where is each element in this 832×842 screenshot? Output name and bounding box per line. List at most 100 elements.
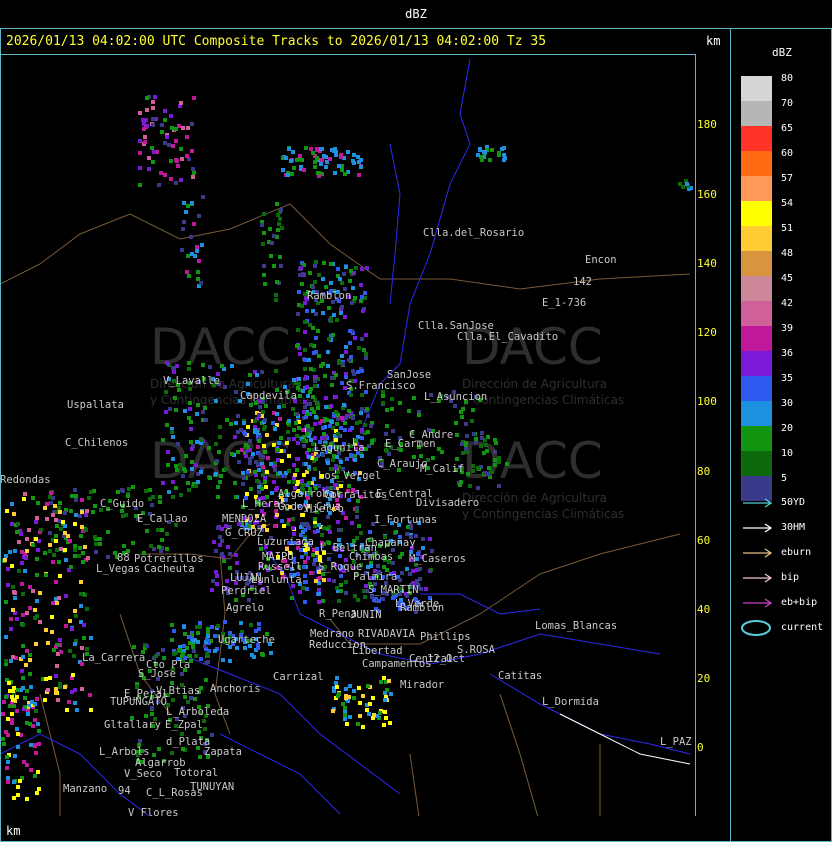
radar-echo — [278, 417, 282, 421]
radar-echo — [193, 254, 197, 258]
place-label: Lomas_Blancas — [535, 620, 617, 632]
radar-echo — [322, 526, 326, 530]
radar-echo — [372, 713, 376, 717]
radar-echo — [305, 385, 309, 389]
place-label: Anchoris — [210, 683, 261, 695]
radar-echo — [86, 556, 90, 560]
place-label: 142 — [573, 276, 592, 288]
radar-echo — [387, 452, 391, 456]
radar-echo — [348, 329, 352, 333]
radar-echo — [29, 743, 33, 747]
radar-echo — [303, 330, 307, 334]
y-tick-label: 0 — [697, 741, 704, 754]
radar-echo — [317, 273, 321, 277]
radar-echo — [335, 676, 339, 680]
radar-echo — [273, 468, 277, 472]
radar-echo — [217, 450, 221, 454]
radar-echo — [371, 696, 375, 700]
radar-echo — [296, 312, 300, 316]
radar-echo — [304, 146, 308, 150]
radar-echo — [13, 596, 17, 600]
radar-echo — [363, 291, 367, 295]
radar-echo — [72, 654, 76, 658]
radar-echo — [314, 350, 318, 354]
radar-echo — [23, 705, 27, 709]
radar-echo — [9, 617, 13, 621]
radar-echo — [127, 487, 131, 491]
radar-echo — [344, 350, 348, 354]
place-label: L_Arboleda — [166, 706, 229, 718]
radar-echo — [221, 658, 225, 662]
radar-echo — [106, 530, 110, 534]
radar-echo — [359, 283, 363, 287]
radar-echo — [344, 265, 348, 269]
radar-echo — [180, 157, 184, 161]
radar-echo — [307, 448, 311, 452]
radar-echo — [196, 631, 200, 635]
place-label: M_Calif — [420, 463, 464, 475]
radar-echo — [23, 696, 27, 700]
radar-echo — [292, 437, 296, 441]
radar-echo — [17, 540, 21, 544]
radar-echo — [328, 530, 332, 534]
radar-echo — [249, 403, 253, 407]
track-arrow-icon — [743, 573, 773, 583]
radar-echo — [122, 544, 126, 548]
radar-echo — [212, 540, 216, 544]
radar-echo — [181, 227, 185, 231]
radar-map[interactable]: Clla.del_Rosario Encon 142 E_1-736 Ramblon Cl… — [0, 54, 731, 816]
radar-echo — [471, 464, 475, 468]
radar-echo — [138, 111, 142, 115]
radar-echo — [145, 96, 149, 100]
place-label: Libertad — [352, 645, 403, 657]
radar-echo — [147, 156, 151, 160]
radar-echo — [84, 513, 88, 517]
radar-echo — [63, 524, 67, 528]
place-label: RIVADAVIA — [358, 628, 416, 640]
radar-echo — [150, 712, 154, 716]
radar-echo — [341, 702, 345, 706]
radar-echo — [262, 444, 266, 448]
radar-echo — [302, 473, 306, 477]
radar-echo — [85, 607, 89, 611]
radar-echo — [176, 164, 180, 168]
radar-echo — [320, 419, 324, 423]
radar-echo — [116, 490, 120, 494]
radar-echo — [228, 566, 232, 570]
place-label: Manzano — [63, 783, 107, 795]
radar-echo — [334, 681, 338, 685]
place-label: Carrizal — [273, 671, 324, 683]
radar-echo — [313, 558, 317, 562]
radar-echo — [55, 524, 59, 528]
radar-echo — [292, 166, 296, 170]
radar-echo — [214, 549, 218, 553]
radar-echo — [153, 95, 157, 99]
track-arrow-icon — [743, 523, 773, 533]
radar-echo — [35, 557, 39, 561]
radar-echo — [351, 416, 355, 420]
radar-echo — [183, 632, 187, 636]
radar-echo — [55, 664, 59, 668]
radar-echo — [252, 655, 256, 659]
radar-echo — [278, 255, 282, 259]
radar-echo — [260, 370, 264, 374]
radar-echo — [314, 336, 318, 340]
radar-echo — [278, 471, 282, 475]
radar-echo — [30, 700, 34, 704]
radar-echo — [323, 374, 327, 378]
radar-echo — [190, 447, 194, 451]
radar-echo — [398, 578, 402, 582]
radar-echo — [409, 526, 413, 530]
y-tick-label: 120 — [697, 326, 717, 339]
radar-echo — [198, 755, 202, 759]
radar-echo — [82, 623, 86, 627]
place-label: Gltallary — [104, 719, 161, 731]
radar-echo — [303, 348, 307, 352]
radar-echo — [291, 407, 295, 411]
radar-echo — [46, 641, 50, 645]
place-label: Palmira — [353, 571, 397, 583]
radar-echo — [334, 150, 338, 154]
radar-echo — [279, 436, 283, 440]
radar-echo — [186, 254, 190, 258]
radar-echo — [345, 457, 349, 461]
